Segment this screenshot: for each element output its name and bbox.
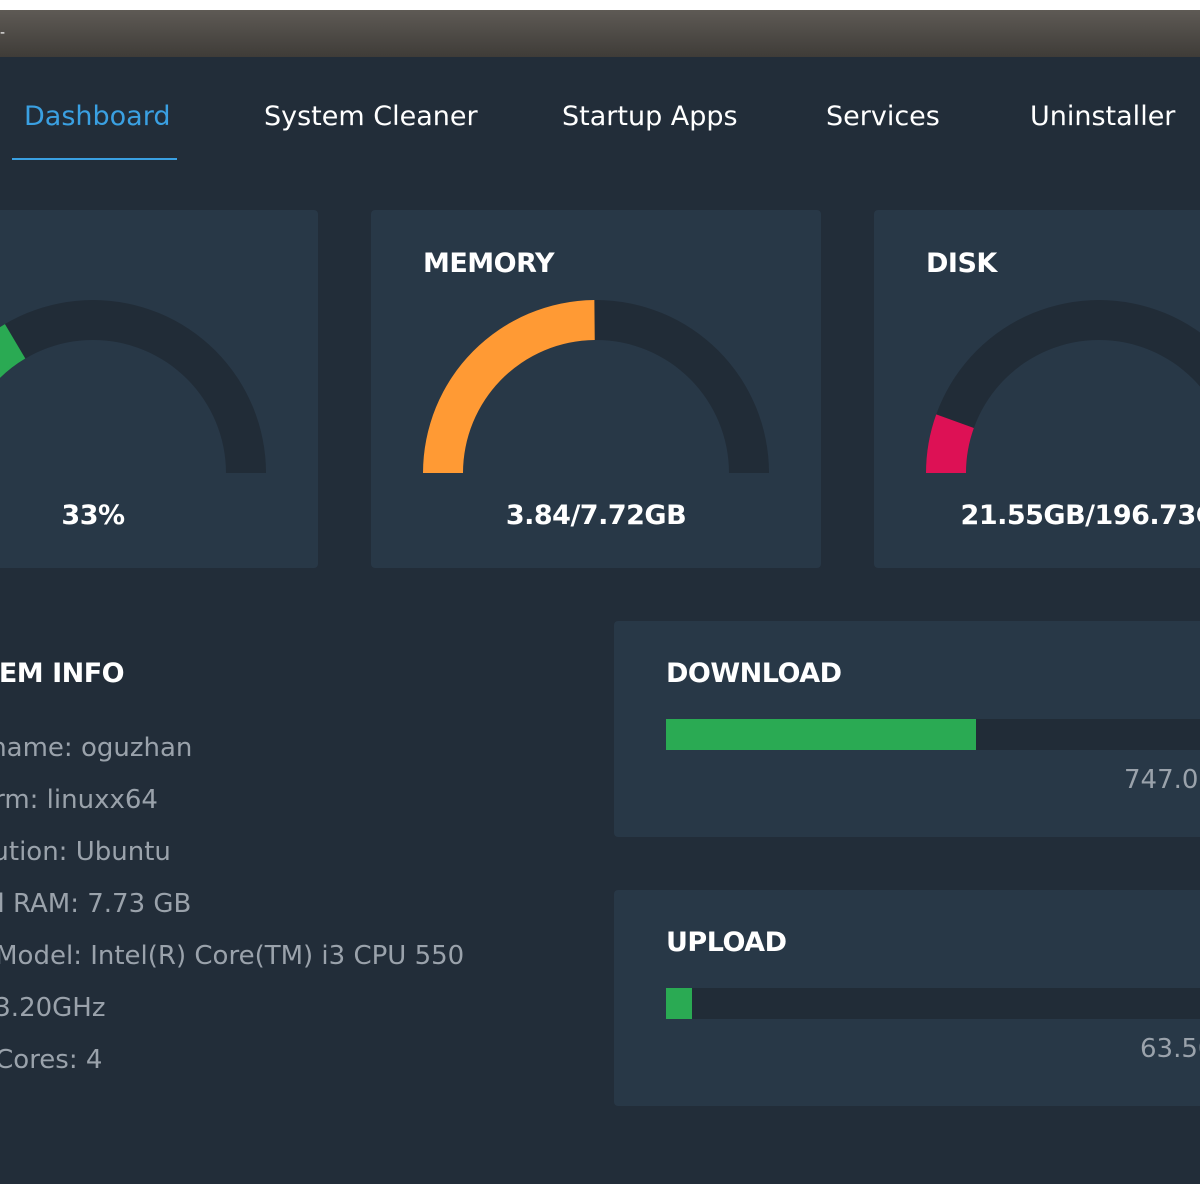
tab-services[interactable]: Services [826, 99, 940, 135]
cpu-card: 33% [0, 210, 318, 568]
cpu-cores-line: CPU Cores: 4 [0, 1045, 103, 1075]
download-card: DOWNLOAD 747.01 [614, 621, 1200, 837]
cpu-usage-value: 33% [61, 500, 125, 531]
cpu-gauge-track [0, 300, 266, 473]
memory-gauge-fill [423, 300, 595, 473]
window-menu-icon[interactable]: - [0, 26, 5, 40]
upload-card: UPLOAD 63.50 [614, 890, 1200, 1106]
memory-usage-value: 3.84/7.72GB [505, 500, 687, 531]
tab-uninstaller[interactable]: Uninstaller [1030, 99, 1175, 135]
upload-bar-track [666, 988, 1200, 1019]
active-tab-indicator [12, 158, 177, 160]
memory-gauge [423, 300, 769, 473]
cpu-model-line: CPU Model: Intel(R) Core(TM) i3 CPU 550 [0, 941, 465, 971]
tab-startup-apps[interactable]: Startup Apps [562, 99, 738, 135]
nav-tabs: Dashboard System Cleaner Startup Apps Se… [0, 57, 1200, 167]
disk-usage-value: 21.55GB/196.73GB [960, 500, 1200, 531]
memory-card: MEMORY 3.84/7.72GB [371, 210, 821, 568]
download-title: DOWNLOAD [666, 658, 842, 689]
tab-system-cleaner[interactable]: System Cleaner [264, 99, 478, 135]
upload-bar-fill [666, 988, 692, 1019]
cpu-speed-line: @ 3.20GHz [0, 993, 106, 1023]
disk-title: DISK [926, 248, 997, 279]
tab-dashboard[interactable]: Dashboard [24, 99, 170, 135]
download-bar-fill [666, 719, 976, 750]
total-ram-line: Total RAM: 7.73 GB [0, 889, 192, 919]
distribution-line: Distribution: Ubuntu [0, 837, 171, 867]
app-window: - Dashboard System Cleaner Startup Apps … [0, 10, 1200, 1184]
download-bar-track [666, 719, 1200, 750]
title-bar[interactable]: - [0, 10, 1200, 57]
cpu-gauge [0, 300, 266, 473]
disk-gauge [926, 300, 1200, 473]
disk-card: DISK 21.55GB/196.73GB [874, 210, 1200, 568]
hostname-line: Hostname: oguzhan [0, 733, 193, 763]
upload-title: UPLOAD [666, 927, 787, 958]
memory-title: MEMORY [423, 248, 555, 279]
platform-line: Platform: linuxx64 [0, 785, 158, 815]
upload-speed-value: 63.50 [1140, 1034, 1200, 1064]
system-info-title: SYSTEM INFO [0, 658, 125, 689]
download-speed-value: 747.01 [1124, 765, 1200, 795]
